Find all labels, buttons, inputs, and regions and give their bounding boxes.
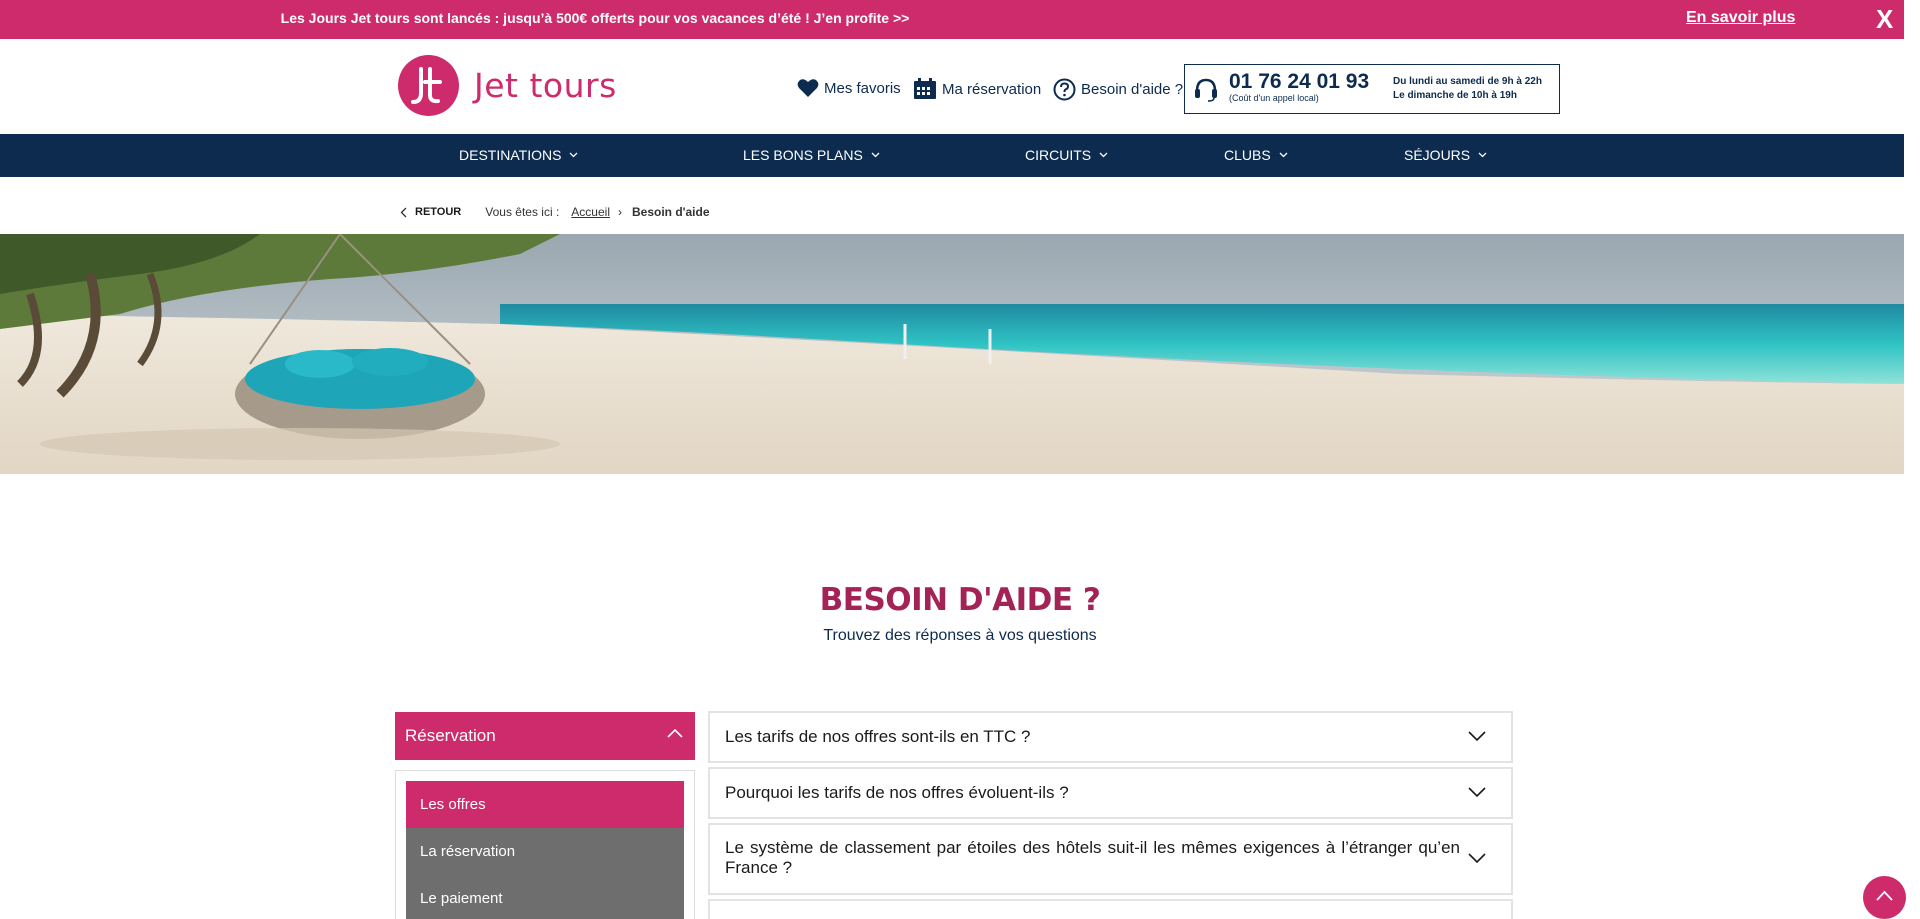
faq-item[interactable]: Le système de classement par étoiles des… bbox=[708, 823, 1513, 895]
nav-destinations[interactable]: DESTINATIONS bbox=[459, 147, 578, 163]
nav-sejours[interactable]: SÉJOURS bbox=[1404, 147, 1487, 163]
nav-circuits[interactable]: CIRCUITS bbox=[1025, 147, 1108, 163]
page-subtitle: Trouvez des réponses à vos questions bbox=[823, 627, 1097, 644]
chevron-down-icon bbox=[569, 152, 578, 158]
subcategory-label: Les offres bbox=[420, 796, 486, 813]
subcategory-les-offres[interactable]: Les offres bbox=[406, 781, 684, 828]
breadcrumb-prefix: Vous êtes ici : bbox=[485, 205, 560, 219]
promo-text[interactable]: Les Jours Jet tours sont lancés : jusqu’… bbox=[0, 10, 1190, 26]
question-circle-icon bbox=[1053, 78, 1076, 101]
promo-banner: Les Jours Jet tours sont lancés : jusqu’… bbox=[0, 0, 1904, 39]
breadcrumb-separator: › bbox=[617, 205, 622, 219]
breadcrumb: RETOUR Vous êtes ici : Accueil › Besoin … bbox=[400, 205, 710, 219]
subcategory-le-paiement[interactable]: Le paiement bbox=[406, 875, 684, 919]
calendar-icon bbox=[914, 78, 936, 99]
scroll-to-top-button[interactable] bbox=[1863, 876, 1906, 919]
nav-clubs[interactable]: CLUBS bbox=[1224, 147, 1288, 163]
nav-label: CIRCUITS bbox=[1025, 147, 1092, 163]
promo-close-button[interactable]: X bbox=[1876, 6, 1893, 32]
favorites-label: Mes favoris bbox=[824, 79, 901, 97]
hours-week: Du lundi au samedi de 9h à 22h bbox=[1393, 76, 1542, 87]
chevron-down-icon bbox=[1468, 853, 1486, 864]
subcategory-la-reservation[interactable]: La réservation bbox=[406, 828, 684, 875]
back-button[interactable]: RETOUR bbox=[400, 206, 461, 218]
chevron-left-icon bbox=[400, 207, 407, 217]
help-link[interactable]: Besoin d'aide ? bbox=[1053, 78, 1183, 101]
chevron-down-icon bbox=[1279, 152, 1288, 158]
page-title: BESOIN D'AIDE ? bbox=[819, 582, 1101, 618]
reservation-link[interactable]: Ma réservation bbox=[913, 78, 1041, 100]
faq-question: Les tarifs de nos offres sont-ils en TTC… bbox=[725, 727, 1031, 746]
site-header: Jet tours Mes favoris Ma réservation Bes… bbox=[0, 39, 1904, 134]
reservation-label: Ma réservation bbox=[942, 80, 1042, 98]
back-label: RETOUR bbox=[415, 206, 462, 218]
faq-item[interactable] bbox=[708, 899, 1513, 919]
nav-label: SÉJOURS bbox=[1404, 147, 1471, 163]
favorites-link[interactable]: Mes favoris bbox=[797, 78, 901, 98]
phone-number: 01 76 24 01 93 bbox=[1229, 70, 1370, 93]
nav-label: DESTINATIONS bbox=[459, 147, 562, 163]
faq-item[interactable]: Pourquoi les tarifs de nos offres évolue… bbox=[708, 767, 1513, 819]
subcategory-label: Le paiement bbox=[420, 890, 503, 907]
nav-bons-plans[interactable]: LES BONS PLANS bbox=[743, 147, 880, 163]
hours-sunday: Le dimanche de 10h à 19h bbox=[1393, 90, 1517, 101]
phone-contact-box[interactable]: 01 76 24 01 93 (Coût d'un appel local) D… bbox=[1184, 64, 1560, 114]
opening-hours: Du lundi au samedi de 9h à 22h Le dimanc… bbox=[1393, 75, 1542, 103]
chevron-up-icon bbox=[1876, 890, 1893, 901]
logo[interactable]: Jet tours bbox=[398, 55, 617, 116]
nav-label: LES BONS PLANS bbox=[743, 147, 863, 163]
chevron-down-icon bbox=[1478, 152, 1487, 158]
faq-question: Pourquoi les tarifs de nos offres évolue… bbox=[725, 783, 1069, 802]
subcategory-label: La réservation bbox=[420, 843, 516, 860]
category-label: Réservation bbox=[405, 726, 496, 745]
category-reservation-toggle[interactable]: Réservation bbox=[395, 712, 695, 760]
faq-question: Le système de classement par étoiles des… bbox=[725, 838, 1460, 877]
chevron-down-icon bbox=[1468, 787, 1486, 798]
breadcrumb-current: Besoin d'aide bbox=[631, 205, 710, 219]
chevron-down-icon bbox=[1468, 731, 1486, 742]
phone-cost: (Coût d'un appel local) bbox=[1229, 93, 1319, 103]
promo-learn-more-link[interactable]: En savoir plus bbox=[1686, 9, 1795, 27]
subcategory-panel: Les offres La réservation Le paiement bbox=[395, 770, 695, 919]
hero-banner-image bbox=[0, 234, 1904, 474]
faq-item[interactable]: Les tarifs de nos offres sont-ils en TTC… bbox=[708, 711, 1513, 763]
chevron-up-icon bbox=[667, 728, 683, 738]
chevron-down-icon bbox=[1099, 152, 1108, 158]
logo-text: Jet tours bbox=[474, 66, 617, 105]
main-nav: DESTINATIONS LES BONS PLANS CIRCUITS CLU… bbox=[0, 134, 1904, 177]
headset-icon bbox=[1195, 78, 1217, 102]
heart-icon bbox=[797, 79, 819, 97]
logo-mark-icon bbox=[398, 55, 459, 116]
breadcrumb-home-link[interactable]: Accueil bbox=[571, 205, 610, 219]
chevron-down-icon bbox=[871, 152, 880, 158]
nav-label: CLUBS bbox=[1224, 147, 1271, 163]
help-label: Besoin d'aide ? bbox=[1081, 81, 1184, 98]
